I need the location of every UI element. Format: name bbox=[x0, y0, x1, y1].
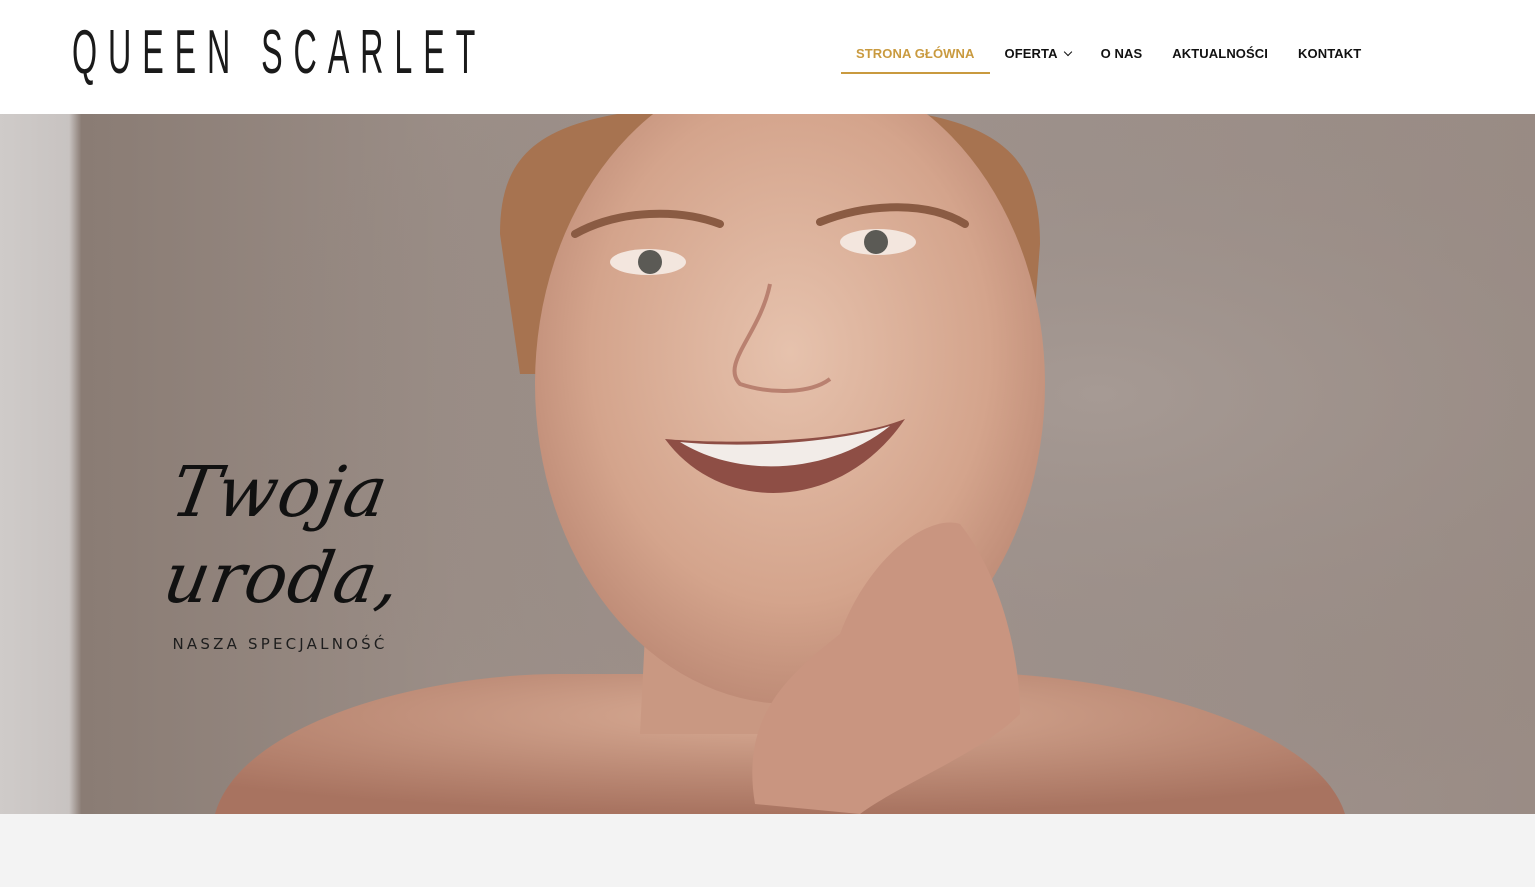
nav-item-news-label: AKTUALNOŚCI bbox=[1172, 46, 1268, 61]
logo-text: QUEEN SCARLET bbox=[72, 18, 487, 87]
nav-item-about[interactable]: O NAS bbox=[1086, 36, 1158, 72]
hero-banner: Twoja uroda, NASZA SPECJALNOŚĆ bbox=[0, 114, 1535, 814]
hero-subtitle: NASZA SPECJALNOŚĆ bbox=[172, 635, 388, 653]
nav-item-about-label: O NAS bbox=[1100, 46, 1143, 61]
main-nav: STRONA GŁÓWNA OFERTA O NAS AKTUALNOŚCI K… bbox=[841, 36, 1376, 74]
site-logo[interactable]: QUEEN SCARLET bbox=[72, 22, 592, 84]
chevron-down-icon bbox=[1063, 47, 1072, 57]
nav-item-offer-label: OFERTA bbox=[1004, 46, 1058, 61]
hero-headline-line1: Twoja bbox=[165, 451, 395, 533]
nav-item-contact-label: KONTAKT bbox=[1298, 46, 1362, 61]
hero-headline-line2: uroda, bbox=[157, 537, 408, 619]
nav-item-home[interactable]: STRONA GŁÓWNA bbox=[841, 36, 990, 74]
content-section-top bbox=[0, 814, 1535, 887]
hero-text-block: Twoja uroda, NASZA SPECJALNOŚĆ bbox=[158, 449, 408, 653]
nav-item-home-label: STRONA GŁÓWNA bbox=[856, 46, 975, 61]
nav-item-offer[interactable]: OFERTA bbox=[990, 36, 1086, 72]
nav-item-contact[interactable]: KONTAKT bbox=[1283, 36, 1376, 72]
nav-item-news[interactable]: AKTUALNOŚCI bbox=[1157, 36, 1283, 72]
site-header: QUEEN SCARLET STRONA GŁÓWNA OFERTA O NAS… bbox=[0, 0, 1535, 114]
